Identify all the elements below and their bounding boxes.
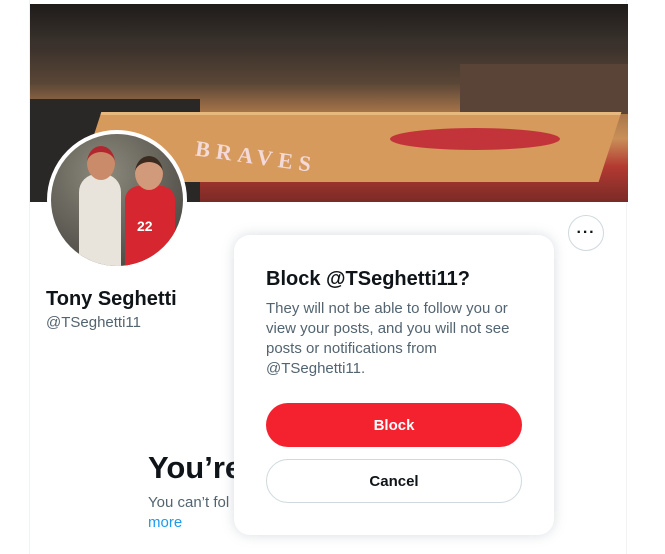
avatar-person-head	[135, 156, 163, 190]
banner-stands-right	[460, 64, 628, 114]
block-dialog: Block @TSeghetti11? They will not be abl…	[234, 235, 554, 535]
profile-display-name: Tony Seghetti	[46, 288, 177, 310]
blocked-notice-text: You can’t fol	[148, 494, 230, 511]
avatar-person	[79, 174, 121, 266]
banner-ceiling	[30, 4, 628, 44]
more-options-button[interactable]: ···	[568, 215, 604, 251]
block-button[interactable]: Block	[266, 403, 522, 447]
more-icon: ···	[576, 224, 596, 241]
learn-more-link[interactable]: more	[148, 514, 182, 531]
dialog-title: Block @TSeghetti11?	[266, 268, 470, 290]
dialog-body: They will not be able to follow you or v…	[266, 300, 510, 377]
avatar-jersey-number: 22	[137, 218, 153, 234]
avatar-person-head	[87, 146, 115, 180]
avatar[interactable]: 22	[47, 130, 187, 270]
banner-court-lane	[390, 128, 560, 150]
blocked-notice-title: You’re	[148, 450, 243, 485]
page: BRAVES 22 ··· Tony Seghetti @TSeghetti11…	[0, 0, 665, 554]
profile-handle: @TSeghetti11	[46, 314, 142, 331]
cancel-button[interactable]: Cancel	[266, 459, 522, 503]
